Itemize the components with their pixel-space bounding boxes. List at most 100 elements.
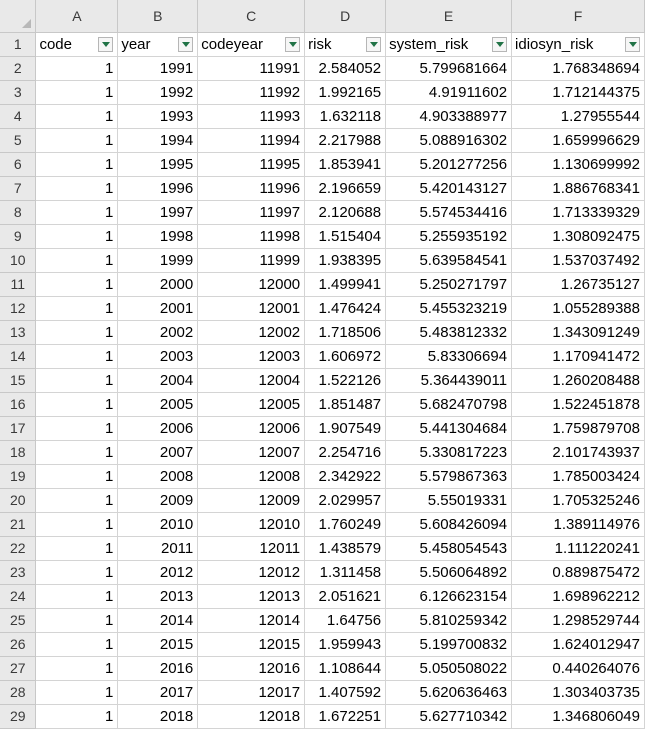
cell-codeyear[interactable]: 12016: [197, 656, 306, 681]
row-number[interactable]: 1: [0, 32, 37, 57]
cell-code[interactable]: 1: [35, 152, 119, 177]
cell-codeyear[interactable]: 11994: [197, 128, 306, 153]
cell-code[interactable]: 1: [35, 704, 119, 729]
cell-system_risk[interactable]: 5.810259342: [385, 608, 513, 633]
filter-header-cell[interactable]: codeyear: [197, 32, 306, 57]
cell-year[interactable]: 2009: [117, 488, 199, 513]
cell-year[interactable]: 2004: [117, 368, 199, 393]
cell-risk[interactable]: 2.254716: [304, 440, 387, 465]
cell-codeyear[interactable]: 12004: [197, 368, 306, 393]
cell-idiosyn_risk[interactable]: 0.440264076: [511, 656, 645, 681]
cell-idiosyn_risk[interactable]: 1.712144375: [511, 80, 645, 105]
cell-year[interactable]: 2002: [117, 320, 199, 345]
cell-risk[interactable]: 1.311458: [304, 560, 387, 585]
cell-risk[interactable]: 1.438579: [304, 536, 387, 561]
cell-codeyear[interactable]: 11996: [197, 176, 306, 201]
cell-risk[interactable]: 1.632118: [304, 104, 387, 129]
row-number[interactable]: 21: [0, 512, 37, 537]
cell-idiosyn_risk[interactable]: 1.659996629: [511, 128, 645, 153]
cell-system_risk[interactable]: 5.420143127: [385, 176, 513, 201]
column-header-d[interactable]: D: [304, 0, 387, 33]
cell-year[interactable]: 1992: [117, 80, 199, 105]
row-number[interactable]: 5: [0, 128, 37, 153]
cell-year[interactable]: 2017: [117, 680, 199, 705]
cell-code[interactable]: 1: [35, 320, 119, 345]
cell-code[interactable]: 1: [35, 488, 119, 513]
cell-code[interactable]: 1: [35, 248, 119, 273]
cell-risk[interactable]: 2.120688: [304, 200, 387, 225]
cell-idiosyn_risk[interactable]: 1.26735127: [511, 272, 645, 297]
row-number[interactable]: 4: [0, 104, 37, 129]
cell-system_risk[interactable]: 5.455323219: [385, 296, 513, 321]
cell-risk[interactable]: 1.718506: [304, 320, 387, 345]
cell-risk[interactable]: 1.108644: [304, 656, 387, 681]
cell-idiosyn_risk[interactable]: 1.055289388: [511, 296, 645, 321]
cell-system_risk[interactable]: 5.199700832: [385, 632, 513, 657]
cell-year[interactable]: 1994: [117, 128, 199, 153]
row-number[interactable]: 13: [0, 320, 37, 345]
row-number[interactable]: 8: [0, 200, 37, 225]
cell-risk[interactable]: 1.851487: [304, 392, 387, 417]
column-header-a[interactable]: A: [35, 0, 119, 33]
cell-risk[interactable]: 1.522126: [304, 368, 387, 393]
cell-year[interactable]: 2008: [117, 464, 199, 489]
cell-year[interactable]: 2001: [117, 296, 199, 321]
cell-codeyear[interactable]: 12011: [197, 536, 306, 561]
cell-system_risk[interactable]: 5.250271797: [385, 272, 513, 297]
filter-dropdown-button[interactable]: [98, 36, 114, 52]
cell-year[interactable]: 1993: [117, 104, 199, 129]
filter-dropdown-button[interactable]: [366, 36, 382, 52]
cell-codeyear[interactable]: 12001: [197, 296, 306, 321]
cell-idiosyn_risk[interactable]: 1.389114976: [511, 512, 645, 537]
cell-system_risk[interactable]: 5.255935192: [385, 224, 513, 249]
cell-idiosyn_risk[interactable]: 1.886768341: [511, 176, 645, 201]
cell-system_risk[interactable]: 5.574534416: [385, 200, 513, 225]
cell-system_risk[interactable]: 5.682470798: [385, 392, 513, 417]
cell-year[interactable]: 2014: [117, 608, 199, 633]
row-number[interactable]: 3: [0, 80, 37, 105]
cell-system_risk[interactable]: 5.620636463: [385, 680, 513, 705]
cell-codeyear[interactable]: 11995: [197, 152, 306, 177]
cell-system_risk[interactable]: 5.83306694: [385, 344, 513, 369]
row-number[interactable]: 20: [0, 488, 37, 513]
cell-code[interactable]: 1: [35, 584, 119, 609]
cell-code[interactable]: 1: [35, 176, 119, 201]
cell-codeyear[interactable]: 11998: [197, 224, 306, 249]
cell-system_risk[interactable]: 5.627710342: [385, 704, 513, 729]
cell-code[interactable]: 1: [35, 536, 119, 561]
cell-risk[interactable]: 2.217988: [304, 128, 387, 153]
cell-codeyear[interactable]: 12017: [197, 680, 306, 705]
column-header-f[interactable]: F: [511, 0, 645, 33]
cell-codeyear[interactable]: 12010: [197, 512, 306, 537]
row-number[interactable]: 16: [0, 392, 37, 417]
row-number[interactable]: 12: [0, 296, 37, 321]
cell-system_risk[interactable]: 5.458054543: [385, 536, 513, 561]
cell-risk[interactable]: 1.907549: [304, 416, 387, 441]
cell-idiosyn_risk[interactable]: 1.705325246: [511, 488, 645, 513]
cell-system_risk[interactable]: 4.91911602: [385, 80, 513, 105]
cell-codeyear[interactable]: 12015: [197, 632, 306, 657]
cell-system_risk[interactable]: 5.579867363: [385, 464, 513, 489]
cell-year[interactable]: 1991: [117, 56, 199, 81]
row-number[interactable]: 25: [0, 608, 37, 633]
row-number[interactable]: 15: [0, 368, 37, 393]
cell-risk[interactable]: 2.196659: [304, 176, 387, 201]
cell-codeyear[interactable]: 12014: [197, 608, 306, 633]
cell-risk[interactable]: 2.051621: [304, 584, 387, 609]
cell-risk[interactable]: 1.760249: [304, 512, 387, 537]
row-number[interactable]: 22: [0, 536, 37, 561]
cell-risk[interactable]: 2.342922: [304, 464, 387, 489]
cell-year[interactable]: 2010: [117, 512, 199, 537]
row-number[interactable]: 10: [0, 248, 37, 273]
row-number[interactable]: 18: [0, 440, 37, 465]
cell-system_risk[interactable]: 5.799681664: [385, 56, 513, 81]
select-all-corner[interactable]: [0, 0, 37, 33]
cell-risk[interactable]: 1.606972: [304, 344, 387, 369]
filter-header-cell[interactable]: system_risk: [385, 32, 513, 57]
cell-code[interactable]: 1: [35, 560, 119, 585]
cell-year[interactable]: 1995: [117, 152, 199, 177]
filter-header-cell[interactable]: code: [35, 32, 119, 57]
cell-idiosyn_risk[interactable]: 1.298529744: [511, 608, 645, 633]
cell-year[interactable]: 2006: [117, 416, 199, 441]
cell-idiosyn_risk[interactable]: 1.130699992: [511, 152, 645, 177]
